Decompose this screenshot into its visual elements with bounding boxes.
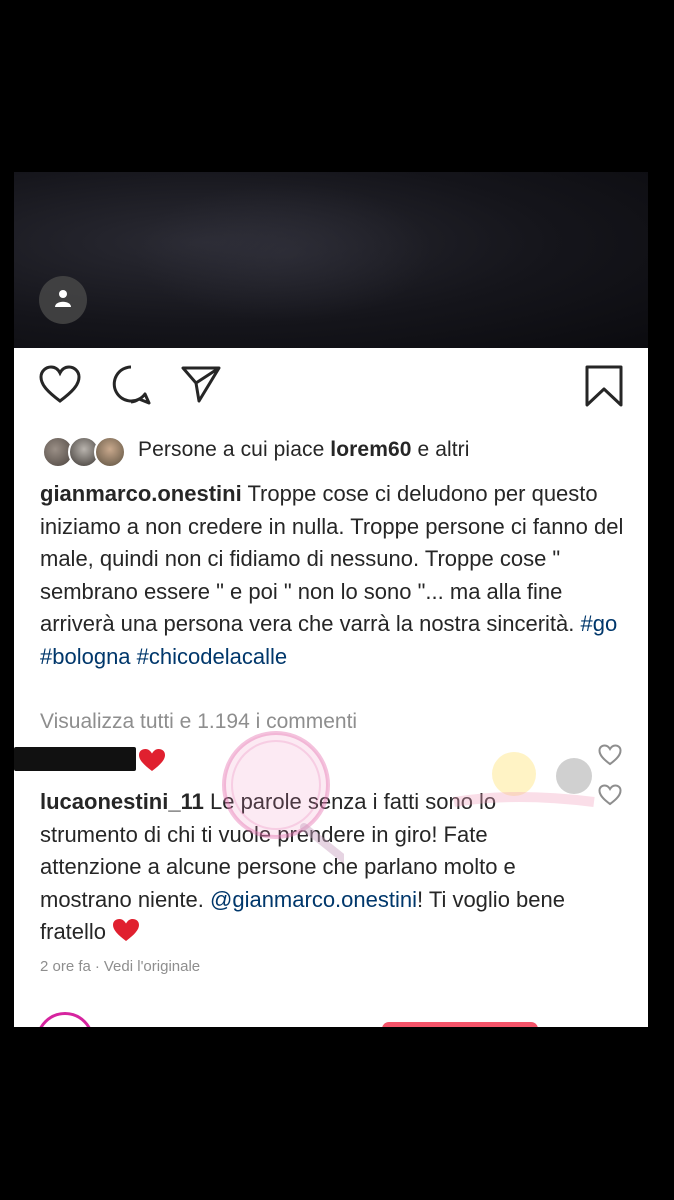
see-original-link[interactable]: Vedi l'originale <box>104 958 200 975</box>
post-action-bar <box>14 364 648 414</box>
comment-username[interactable]: lucaonestini_11 <box>40 789 204 814</box>
post-photo[interactable] <box>14 172 648 348</box>
post-caption: gianmarco.onestini Troppe cose ci deludo… <box>40 478 630 673</box>
comment-like-icon[interactable] <box>598 784 622 811</box>
liker-avatars <box>42 434 128 468</box>
heart-outline-icon[interactable] <box>38 364 82 409</box>
caption-username[interactable]: gianmarco.onestini <box>40 481 242 506</box>
hashtag[interactable]: #bologna <box>40 644 131 669</box>
comment-item: lucaonestini_11 Le parole senza i fatti … <box>40 786 590 949</box>
comment-time: 2 ore fa <box>40 958 91 975</box>
separator-dot: · <box>94 958 100 975</box>
story-avatar[interactable] <box>36 1012 94 1027</box>
red-heart-icon <box>138 748 166 777</box>
avatar <box>94 436 126 468</box>
likes-suffix: e altri <box>417 438 470 461</box>
hashtag[interactable]: #chicodelacalle <box>137 644 287 669</box>
likes-summary[interactable]: Persone a cui piace lorem60 e altri <box>42 430 470 470</box>
comment-icon[interactable] <box>110 364 152 411</box>
bookmark-icon[interactable] <box>584 364 624 413</box>
photo-shadow <box>134 182 434 322</box>
likes-text: Persone a cui piace lorem60 e altri <box>138 438 470 462</box>
tagged-users-button[interactable] <box>39 276 87 324</box>
comment-mention[interactable]: @gianmarco.onestini <box>210 887 417 912</box>
likes-prefix: Persone a cui piace <box>138 438 325 461</box>
redacted-comment <box>14 747 136 771</box>
comment-like-icon[interactable] <box>598 744 622 771</box>
red-heart-icon <box>112 919 140 944</box>
comment-meta: 2 ore fa · Vedi l'originale <box>40 958 200 975</box>
person-icon <box>53 288 73 313</box>
instagram-post: Persone a cui piace lorem60 e altri gian… <box>14 172 648 1027</box>
bottom-pill <box>382 1022 538 1027</box>
view-all-comments-link[interactable]: Visualizza tutti e 1.194 i commenti <box>40 710 357 734</box>
liker-username[interactable]: lorem60 <box>330 438 411 461</box>
send-icon[interactable] <box>180 364 222 409</box>
hashtag[interactable]: #go <box>581 611 618 636</box>
